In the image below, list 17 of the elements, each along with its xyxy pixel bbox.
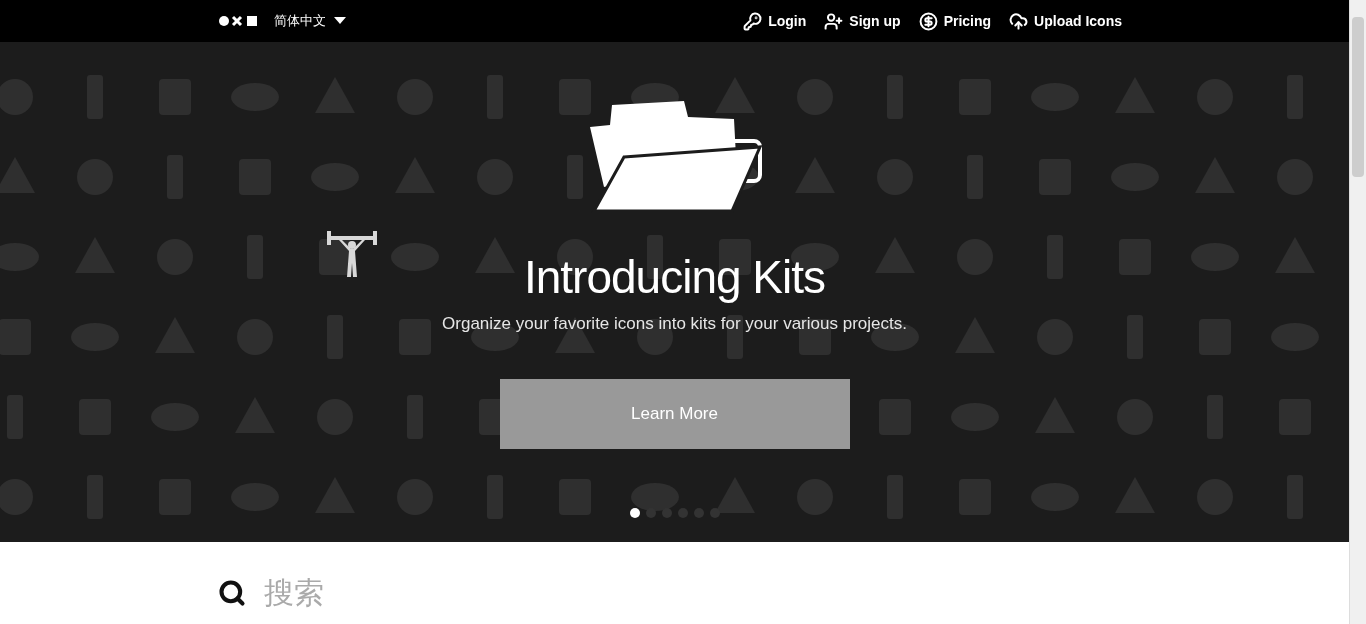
- hero-title: Introducing Kits: [523, 251, 826, 303]
- search-field[interactable]: 搜索: [264, 570, 764, 615]
- caret-icon: [334, 17, 346, 25]
- logo-icon: [218, 15, 258, 27]
- language-selector[interactable]: 简体中文: [274, 11, 346, 31]
- nav-link[interactable]: Pricing: [918, 10, 992, 32]
- user-plus-icon: [824, 11, 844, 31]
- search-icon: [218, 578, 246, 607]
- nav-link[interactable]: Upload Icons: [1009, 10, 1122, 32]
- dollar-icon: [918, 11, 938, 31]
- hero-subtitle: Organize your favorite icons into kits for your various projects.: [442, 313, 907, 335]
- cloud-upload-icon: [1009, 11, 1029, 31]
- nav-link[interactable]: Sign up: [824, 10, 901, 32]
- scrollbar[interactable]: [1349, 0, 1366, 624]
- scrollbar-thumb[interactable]: [1352, 17, 1364, 177]
- nav-link[interactable]: Login: [743, 10, 807, 32]
- key-icon: [743, 11, 763, 31]
